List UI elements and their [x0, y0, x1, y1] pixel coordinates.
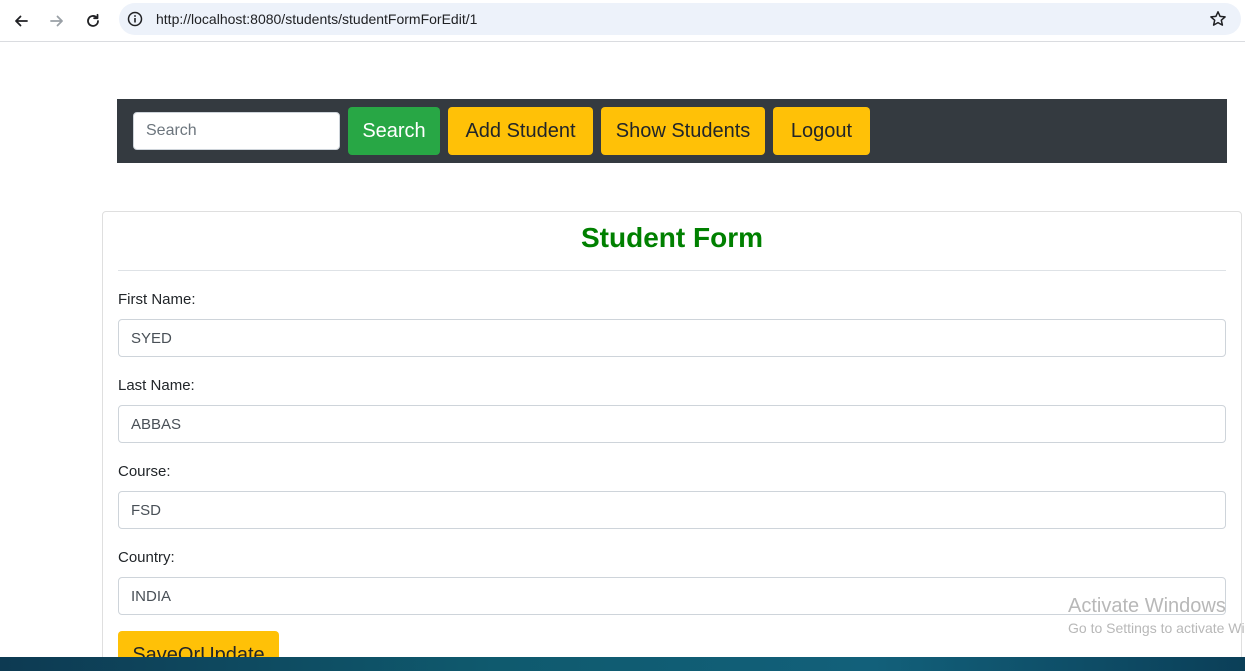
last-name-label: Last Name:	[118, 377, 195, 394]
logout-button[interactable]: Logout	[773, 107, 870, 155]
divider	[118, 270, 1226, 271]
reload-button[interactable]	[80, 8, 106, 34]
arrow-right-icon	[50, 15, 63, 27]
search-input[interactable]	[133, 112, 340, 150]
browser-toolbar: http://localhost:8080/students/studentFo…	[0, 0, 1245, 42]
activate-windows-title: Activate Windows	[1068, 595, 1226, 617]
add-student-button[interactable]: Add Student	[448, 107, 593, 155]
reload-icon	[87, 13, 99, 27]
course-field[interactable]	[118, 491, 1226, 529]
info-icon[interactable]	[127, 11, 143, 27]
first-name-label: First Name:	[118, 291, 196, 308]
country-field[interactable]	[118, 577, 1226, 615]
forward-button[interactable]	[44, 8, 70, 34]
show-students-button[interactable]: Show Students	[601, 107, 765, 155]
form-title: Student Form	[581, 222, 763, 253]
app-navbar: Search Add Student Show Students Logout	[117, 99, 1227, 163]
star-icon[interactable]	[1209, 10, 1227, 28]
search-button[interactable]: Search	[348, 107, 440, 155]
first-name-field[interactable]	[118, 319, 1226, 357]
url-text[interactable]: http://localhost:8080/students/studentFo…	[156, 11, 477, 27]
course-label: Course:	[118, 463, 171, 480]
back-button[interactable]	[8, 8, 34, 34]
activate-windows-subtitle: Go to Settings to activate Windows.	[1068, 620, 1245, 636]
taskbar	[0, 657, 1245, 671]
country-label: Country:	[118, 549, 175, 566]
address-bar[interactable]: http://localhost:8080/students/studentFo…	[119, 3, 1241, 35]
arrow-left-icon	[15, 15, 28, 27]
last-name-field[interactable]	[118, 405, 1226, 443]
